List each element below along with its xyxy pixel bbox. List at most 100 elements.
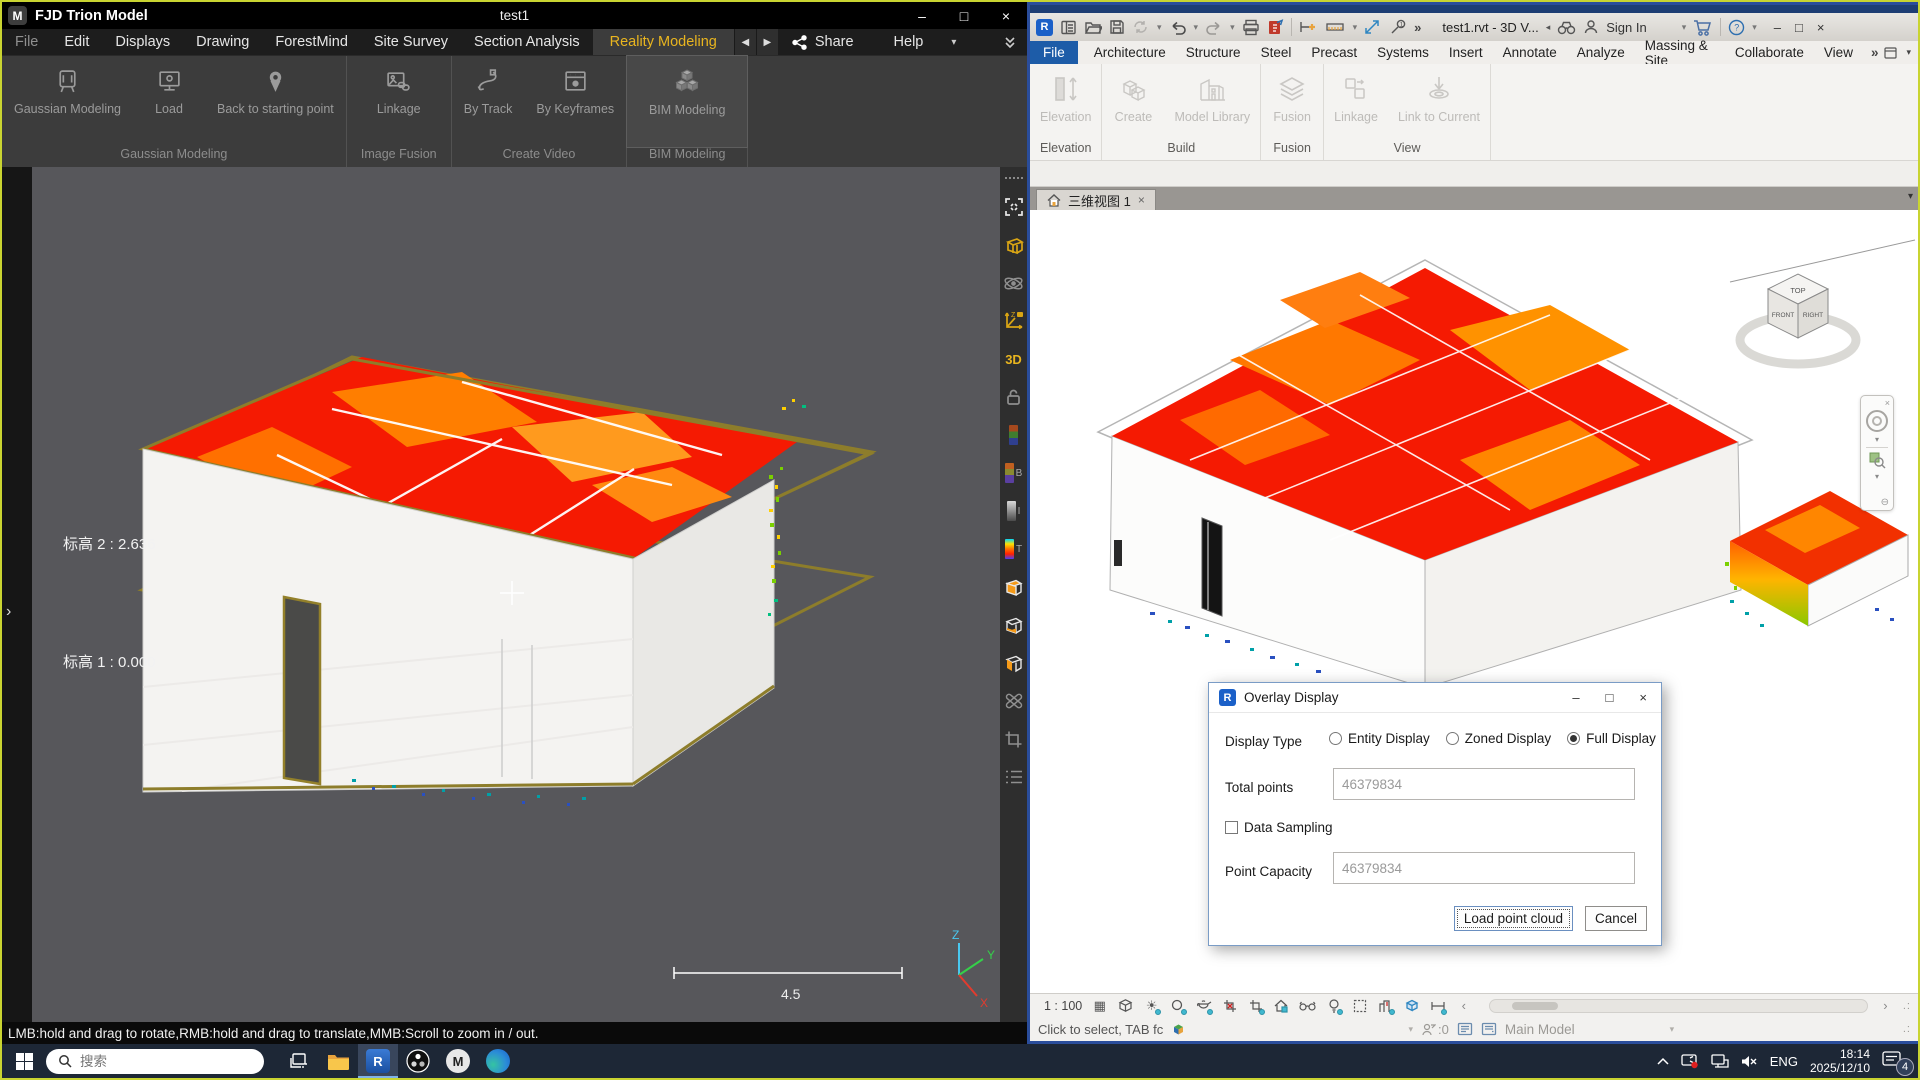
dialog-maximize-button[interactable]: □ bbox=[1606, 690, 1614, 705]
sun-path-icon[interactable]: ☀ bbox=[1143, 997, 1160, 1014]
dialog-close-button[interactable]: × bbox=[1639, 690, 1647, 705]
tab-precast[interactable]: Precast bbox=[1301, 41, 1367, 64]
app-store-cart-icon[interactable] bbox=[1693, 19, 1713, 36]
filter-panel-icon[interactable] bbox=[1457, 1022, 1473, 1036]
cube-left-face-icon[interactable] bbox=[1002, 651, 1026, 675]
pin-measure-icon[interactable] bbox=[1299, 19, 1319, 36]
link-to-current-button[interactable]: Link to Current bbox=[1388, 64, 1490, 124]
linkage-button[interactable]: Linkage bbox=[347, 56, 451, 147]
revit-taskbar-button[interactable]: R bbox=[358, 1044, 398, 1078]
tab-view[interactable]: View bbox=[1814, 41, 1863, 64]
radio-entity-display[interactable]: Entity Display bbox=[1329, 731, 1430, 746]
toolbar-more-icon[interactable]: » bbox=[1414, 20, 1421, 35]
tab-annotate[interactable]: Annotate bbox=[1493, 41, 1567, 64]
redo-caret-icon[interactable]: ▾ bbox=[1230, 22, 1235, 33]
tab-reality-modeling[interactable]: Reality Modeling bbox=[593, 29, 734, 55]
gaussian-modeling-button[interactable]: Gaussian Modeling bbox=[2, 56, 133, 147]
crop-region-icon[interactable] bbox=[1247, 997, 1264, 1014]
measure-icon[interactable] bbox=[1326, 20, 1346, 34]
zoom-region-icon[interactable] bbox=[1868, 451, 1886, 469]
view-tab-close-icon[interactable]: × bbox=[1138, 193, 1145, 207]
revit-minimize-button[interactable]: – bbox=[1774, 20, 1781, 35]
radio-zoned-display[interactable]: Zoned Display bbox=[1446, 731, 1551, 746]
tab-steel[interactable]: Steel bbox=[1251, 41, 1302, 64]
tag-icon[interactable]: 1 bbox=[1389, 19, 1407, 35]
tab-architecture[interactable]: Architecture bbox=[1084, 41, 1176, 64]
trion-3d-viewport[interactable]: 标高 2 : 2.636 标高 1 : 0.000 4.5 Z Y X bbox=[32, 167, 1000, 1022]
save-orientation-icon[interactable] bbox=[1273, 997, 1290, 1014]
help-icon[interactable]: ? bbox=[1728, 19, 1745, 36]
menu-displays[interactable]: Displays bbox=[102, 29, 183, 55]
scroll-right-icon[interactable]: › bbox=[1877, 997, 1894, 1014]
by-track-button[interactable]: By Track bbox=[452, 56, 525, 147]
obs-taskbar-button[interactable] bbox=[398, 1044, 438, 1078]
revit-maximize-button[interactable]: □ bbox=[1795, 20, 1803, 35]
tab-overflow-icon[interactable]: » bbox=[1871, 45, 1879, 60]
export-icon[interactable] bbox=[1267, 19, 1284, 36]
print-icon[interactable] bbox=[1242, 19, 1260, 36]
undo-caret-icon[interactable]: ▾ bbox=[1194, 22, 1199, 33]
by-keyframes-button[interactable]: By Keyframes bbox=[524, 56, 626, 147]
menu-drawing[interactable]: Drawing bbox=[183, 29, 262, 55]
tab-file[interactable]: File bbox=[1030, 41, 1078, 64]
revit-close-button[interactable]: × bbox=[1817, 20, 1825, 35]
revit-3d-canvas[interactable]: TOP FRONT RIGHT × ▾ ▾ ⊖ R Overlay Displa… bbox=[1030, 210, 1919, 993]
displacement-icon[interactable] bbox=[1377, 997, 1394, 1014]
ribbon-state-caret-icon[interactable]: ▾ bbox=[1906, 47, 1911, 58]
file-explorer-button[interactable] bbox=[318, 1044, 358, 1078]
blend-color-mode-icon[interactable]: B bbox=[1002, 461, 1026, 485]
share-button[interactable]: Share bbox=[778, 34, 868, 50]
menu-edit[interactable]: Edit bbox=[51, 29, 102, 55]
task-view-button[interactable] bbox=[278, 1044, 318, 1078]
navbar-close-icon[interactable]: × bbox=[1885, 399, 1890, 407]
radio-full-display[interactable]: Full Display bbox=[1567, 731, 1656, 746]
lock-icon[interactable] bbox=[1002, 385, 1026, 409]
zoom-caret-icon[interactable]: ▾ bbox=[1875, 472, 1879, 481]
save-icon[interactable] bbox=[1109, 19, 1125, 35]
title-collapse-icon[interactable]: ◂ bbox=[1546, 22, 1551, 33]
editable-only-filter[interactable]: :0 bbox=[1421, 1022, 1449, 1037]
network-icon[interactable] bbox=[1711, 1054, 1729, 1068]
help-caret-icon[interactable]: ▾ bbox=[1752, 22, 1757, 33]
intensity-mode-icon[interactable]: I bbox=[1002, 499, 1026, 523]
tab-massing-site[interactable]: Massing & Site bbox=[1635, 41, 1725, 64]
solid-cube-icon[interactable] bbox=[1002, 575, 1026, 599]
worksharing-display-icon[interactable] bbox=[1403, 997, 1420, 1014]
menu-forestmind[interactable]: ForestMind bbox=[262, 29, 361, 55]
sync-caret-icon[interactable]: ▾ bbox=[1157, 22, 1162, 33]
tab-systems[interactable]: Systems bbox=[1367, 41, 1439, 64]
scrollbar-thumb[interactable] bbox=[1512, 1002, 1558, 1010]
menu-section-analysis[interactable]: Section Analysis bbox=[461, 29, 593, 55]
help-caret-icon[interactable]: ▾ bbox=[941, 37, 966, 48]
data-sampling-checkbox[interactable]: Data Sampling bbox=[1225, 820, 1333, 835]
back-to-starting-point-button[interactable]: Back to starting point bbox=[205, 56, 346, 147]
elevation-button[interactable]: Elevation bbox=[1030, 64, 1101, 124]
revit-app-icon[interactable]: R bbox=[1036, 19, 1053, 36]
sign-in-button[interactable]: Sign In bbox=[1606, 20, 1646, 35]
temporary-hide-icon[interactable] bbox=[1299, 997, 1316, 1014]
resize-grip[interactable]: .: bbox=[1903, 1000, 1911, 1012]
undo-icon[interactable] bbox=[1169, 20, 1187, 35]
model-library-button[interactable]: Model Library bbox=[1164, 64, 1260, 124]
measure-caret-icon[interactable]: ▾ bbox=[1353, 22, 1358, 33]
help-menu[interactable]: Help bbox=[868, 29, 942, 55]
edge-taskbar-button[interactable] bbox=[478, 1044, 518, 1078]
constraints-icon[interactable] bbox=[1429, 997, 1446, 1014]
selection-box-icon[interactable] bbox=[1351, 997, 1368, 1014]
trion-minimize-button[interactable]: – bbox=[901, 2, 943, 29]
bim-modeling-button[interactable]: BIM Modeling bbox=[627, 56, 747, 147]
status-caret-icon[interactable]: ▾ bbox=[1409, 1024, 1414, 1035]
dialog-titlebar[interactable]: R Overlay Display – □ × bbox=[1209, 683, 1661, 713]
redo-icon[interactable] bbox=[1205, 20, 1223, 35]
orbit-icon[interactable] bbox=[1002, 271, 1026, 295]
volume-muted-icon[interactable] bbox=[1741, 1055, 1758, 1068]
dialog-minimize-button[interactable]: – bbox=[1572, 690, 1579, 705]
list-icon[interactable] bbox=[1002, 765, 1026, 789]
cancel-button[interactable]: Cancel bbox=[1585, 906, 1647, 931]
properties-panel-icon[interactable] bbox=[1481, 1022, 1497, 1036]
properties-icon[interactable] bbox=[1060, 19, 1077, 36]
total-points-input[interactable] bbox=[1333, 768, 1635, 800]
screen-record-icon[interactable] bbox=[1681, 1054, 1699, 1069]
crop-icon[interactable] bbox=[1002, 727, 1026, 751]
horizontal-scrollbar[interactable] bbox=[1489, 999, 1868, 1013]
